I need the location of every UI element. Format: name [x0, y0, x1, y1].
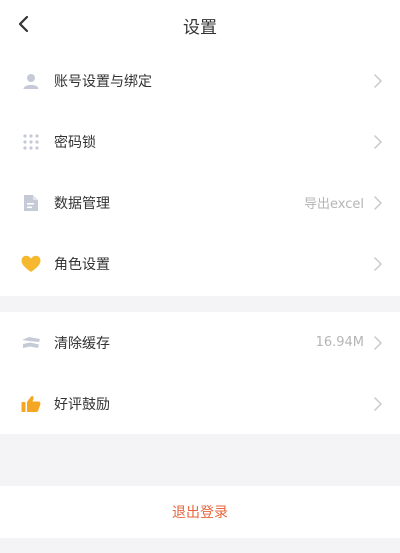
logout-label: 退出登录	[172, 505, 228, 521]
row-rate-us[interactable]: 好评鼓励	[0, 373, 400, 434]
chevron-right-icon	[372, 195, 384, 211]
row-clear-cache[interactable]: 清除缓存 16.94M	[0, 312, 400, 373]
row-value: 16.94M	[315, 335, 364, 350]
page-title: 设置	[183, 18, 217, 38]
settings-group: 账号设置与绑定 密码锁 数据管理 导出excel 角色设置	[0, 50, 400, 296]
row-account-binding[interactable]: 账号设置与绑定	[0, 50, 400, 111]
row-role-settings[interactable]: 角色设置	[0, 233, 400, 294]
thumbs-up-icon	[21, 394, 41, 414]
settings-screen: 设置 账号设置与绑定 密码锁 数据管理 导出excel 角色设置 清除缓存 16…	[0, 0, 400, 553]
row-label: 角色设置	[54, 256, 110, 273]
chevron-right-icon	[372, 73, 384, 89]
document-icon	[21, 193, 41, 213]
row-value: 导出excel	[304, 197, 364, 212]
row-label: 数据管理	[54, 195, 110, 212]
misc-group: 清除缓存 16.94M 好评鼓励	[0, 312, 400, 434]
chevron-right-icon	[372, 256, 384, 272]
row-label: 密码锁	[54, 134, 96, 151]
broom-icon	[21, 333, 41, 353]
top-bar: 设置	[0, 0, 400, 50]
row-data-management[interactable]: 数据管理 导出excel	[0, 172, 400, 233]
row-label: 账号设置与绑定	[54, 73, 152, 90]
logout-button[interactable]: 退出登录	[0, 486, 400, 538]
heart-icon	[21, 254, 41, 274]
user-icon	[21, 71, 41, 91]
row-label: 清除缓存	[54, 335, 110, 352]
chevron-right-icon	[372, 396, 384, 412]
row-password-lock[interactable]: 密码锁	[0, 111, 400, 172]
chevron-right-icon	[372, 134, 384, 150]
chevron-right-icon	[372, 335, 384, 351]
lock-grid-icon	[21, 132, 41, 152]
row-label: 好评鼓励	[54, 396, 110, 413]
